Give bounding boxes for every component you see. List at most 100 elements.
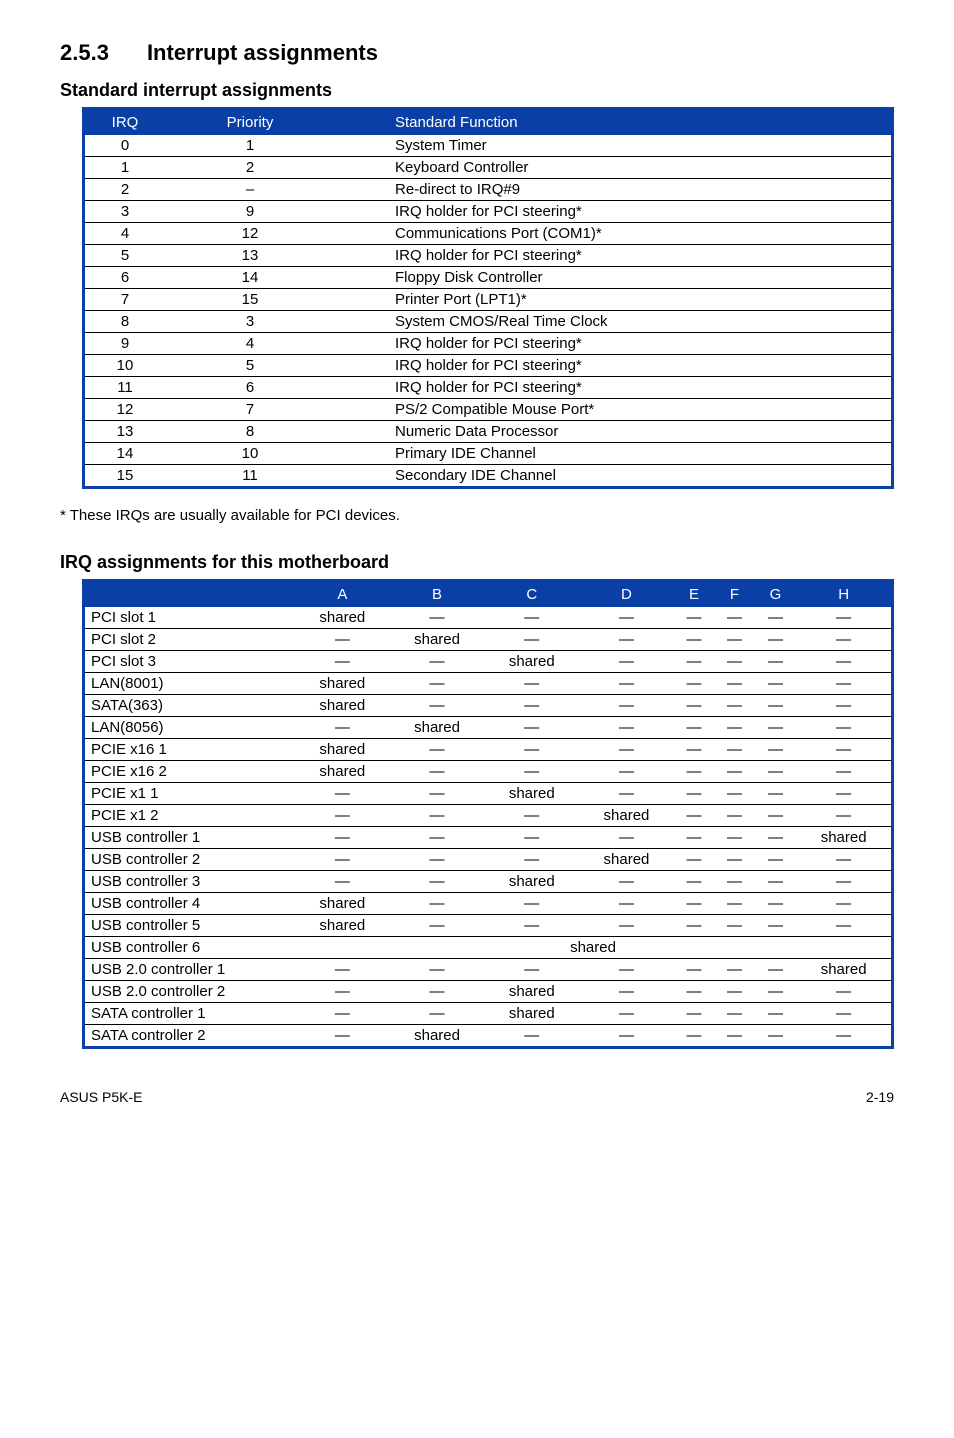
table-cell: —: [579, 607, 674, 629]
table-row: USB controller 1———————shared: [85, 827, 891, 849]
table-cell: —: [484, 849, 579, 871]
table-cell: —: [755, 695, 797, 717]
table-cell: —: [796, 893, 891, 915]
table-row: PCIE x1 1——shared—————: [85, 783, 891, 805]
table-cell: shared: [295, 607, 390, 629]
table-cell: 12: [165, 223, 335, 245]
table-row: USB controller 5shared———————: [85, 915, 891, 937]
row-label: USB controller 4: [85, 893, 295, 915]
table-cell: —: [295, 981, 390, 1003]
table-cell: 6: [165, 377, 335, 399]
table-cell: —: [484, 673, 579, 695]
table-cell: Communications Port (COM1)*: [335, 223, 891, 245]
section-number: 2.5.3: [60, 40, 109, 66]
table-cell: System Timer: [335, 135, 891, 157]
table-cell: shared: [796, 959, 891, 981]
table-cell: —: [390, 695, 485, 717]
table-row: SATA controller 1——shared—————: [85, 1003, 891, 1025]
table-cell: —: [484, 739, 579, 761]
table-cell: —: [714, 717, 754, 739]
table-cell: Re-direct to IRQ#9: [335, 179, 891, 201]
table-cell: —: [484, 761, 579, 783]
table-cell: —: [796, 673, 891, 695]
table-cell: —: [579, 651, 674, 673]
table-cell: 13: [165, 245, 335, 267]
table-cell: —: [390, 607, 485, 629]
table-cell: —: [755, 739, 797, 761]
table-cell: —: [755, 959, 797, 981]
table-cell: —: [674, 783, 714, 805]
table-cell: —: [796, 783, 891, 805]
table-cell: —: [674, 673, 714, 695]
table-cell: shared: [796, 827, 891, 849]
table-cell: 6: [85, 267, 165, 289]
table-cell: —: [674, 1025, 714, 1047]
table-cell: IRQ holder for PCI steering*: [335, 245, 891, 267]
table-cell: —: [579, 761, 674, 783]
table-cell: 9: [165, 201, 335, 223]
table-row: USB controller 3——shared—————: [85, 871, 891, 893]
sub-heading-1: Standard interrupt assignments: [60, 80, 894, 101]
table-cell: —: [755, 761, 797, 783]
table-cell: shared: [295, 893, 390, 915]
table-cell: 4: [85, 223, 165, 245]
table-cell: —: [755, 981, 797, 1003]
table-cell: —: [295, 871, 390, 893]
table-cell: —: [796, 849, 891, 871]
table-cell: —: [755, 915, 797, 937]
irq-header-a: A: [295, 582, 390, 607]
row-label: SATA(363): [85, 695, 295, 717]
table-cell: —: [579, 871, 674, 893]
table-cell: —: [796, 1003, 891, 1025]
merged-cell: shared: [295, 937, 891, 959]
table-cell: shared: [295, 673, 390, 695]
row-label: USB controller 3: [85, 871, 295, 893]
table-row: PCI slot 3——shared—————: [85, 651, 891, 673]
table-cell: —: [390, 871, 485, 893]
table-cell: —: [714, 871, 754, 893]
table-cell: 11: [85, 377, 165, 399]
table-row: USB controller 2———shared————: [85, 849, 891, 871]
table-cell: —: [674, 805, 714, 827]
table-cell: shared: [484, 981, 579, 1003]
table-cell: —: [579, 1025, 674, 1047]
table-cell: —: [796, 871, 891, 893]
table-cell: —: [714, 783, 754, 805]
table-cell: —: [796, 761, 891, 783]
row-label: LAN(8001): [85, 673, 295, 695]
table-cell: —: [390, 915, 485, 937]
row-label: PCI slot 1: [85, 607, 295, 629]
table-cell: —: [484, 805, 579, 827]
table-cell: —: [390, 739, 485, 761]
table-cell: —: [755, 651, 797, 673]
table-cell: —: [295, 805, 390, 827]
table-cell: —: [714, 893, 754, 915]
table-row: SATA controller 2—shared——————: [85, 1025, 891, 1047]
row-label: USB controller 1: [85, 827, 295, 849]
table-cell: 10: [85, 355, 165, 377]
table-cell: IRQ holder for PCI steering*: [335, 377, 891, 399]
table-cell: 15: [165, 289, 335, 311]
table-cell: —: [755, 783, 797, 805]
table-cell: —: [755, 1003, 797, 1025]
footer-left: ASUS P5K-E: [60, 1089, 142, 1105]
table-cell: —: [579, 981, 674, 1003]
table-cell: 1: [165, 135, 335, 157]
irq-header-g: G: [755, 582, 797, 607]
table-cell: 1: [85, 157, 165, 179]
table-cell: —: [579, 695, 674, 717]
table-cell: 15: [85, 465, 165, 487]
table-cell: —: [390, 783, 485, 805]
table-row: 127PS/2 Compatible Mouse Port*: [85, 399, 891, 421]
footnote: * These IRQs are usually available for P…: [60, 507, 894, 524]
irq-header-c: C: [484, 582, 579, 607]
table-cell: —: [796, 607, 891, 629]
table-row: SATA(363)shared———————: [85, 695, 891, 717]
table-cell: —: [674, 717, 714, 739]
table-cell: —: [484, 607, 579, 629]
table-row: LAN(8056)—shared——————: [85, 717, 891, 739]
table-cell: shared: [484, 1003, 579, 1025]
table-cell: —: [796, 805, 891, 827]
table-cell: —: [714, 849, 754, 871]
table-cell: —: [796, 739, 891, 761]
